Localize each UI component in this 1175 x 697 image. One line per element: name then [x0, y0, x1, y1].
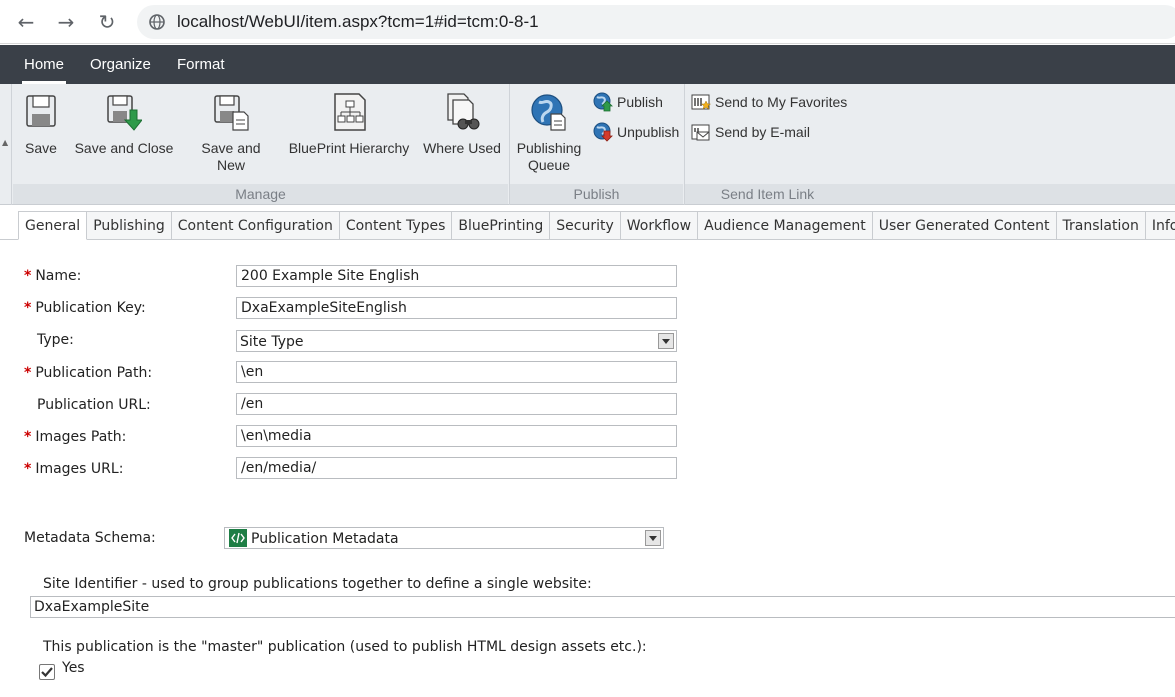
site-info-icon[interactable] — [149, 14, 165, 30]
publication-key-label-text: Publication Key: — [35, 300, 146, 316]
unpublish-icon — [593, 122, 613, 142]
save-and-new-button[interactable]: Save and New — [196, 92, 266, 174]
images-url-input[interactable]: /en/media/ — [236, 457, 677, 479]
metadata-schema-select[interactable]: Publication Metadata — [224, 527, 664, 549]
top-menu-bar: Home Organize Format — [0, 45, 1175, 84]
master-publication-label: This publication is the "master" publica… — [43, 639, 647, 655]
publish-icon — [593, 92, 613, 112]
save-new-icon — [214, 95, 249, 131]
publishing-queue-button[interactable]: Publishing Queue — [514, 92, 584, 174]
save-and-close-button[interactable]: Save and Close — [72, 92, 176, 157]
tab-security[interactable]: Security — [550, 211, 621, 240]
tab-general[interactable]: General — [18, 211, 88, 240]
publish-label: Publish — [617, 94, 663, 110]
publication-key-input[interactable]: DxaExampleSiteEnglish — [236, 297, 677, 319]
tab-info[interactable]: Info — [1145, 211, 1175, 240]
tab-content-configuration[interactable]: Content Configuration — [171, 211, 340, 240]
where-used-button[interactable]: Where Used — [420, 92, 504, 157]
publish-button[interactable]: Publish — [593, 92, 663, 112]
publication-url-input[interactable]: /en — [236, 393, 677, 415]
unpublish-label: Unpublish — [617, 124, 680, 140]
images-path-label-text: Images Path: — [35, 429, 127, 445]
master-yes-label: Yes — [62, 660, 85, 676]
tab-blueprinting[interactable]: BluePrinting — [452, 211, 551, 240]
checkmark-icon — [41, 667, 53, 678]
ribbon-toolbar: ▲ Save Save and Close Save and New BlueP… — [0, 84, 1175, 205]
images-url-label-text: Images URL: — [35, 461, 124, 477]
ribbon-group-spacer — [850, 184, 1175, 204]
url-text[interactable]: localhost/WebUI/item.aspx?tcm=1#id=tcm:0… — [177, 11, 539, 33]
save-and-new-label-line1: Save and — [201, 140, 261, 156]
send-to-favorites-label: Send to My Favorites — [715, 94, 848, 110]
publication-path-label-text: Publication Path: — [35, 365, 153, 381]
reload-button[interactable]: ↻ — [95, 10, 119, 34]
ribbon-group-send-label: Send Item Link — [685, 184, 850, 204]
publication-key-label: * Publication Key: — [24, 298, 146, 318]
required-marker: * — [24, 268, 32, 284]
name-input[interactable]: 200 Example Site English — [236, 265, 677, 287]
blueprint-hierarchy-button[interactable]: BluePrint Hierarchy — [288, 92, 410, 157]
publishing-queue-label-line2: Queue — [527, 157, 571, 173]
ribbon-group-publish-label: Publish — [510, 184, 683, 204]
collapse-arrow-icon: ▲ — [2, 138, 9, 147]
menu-home[interactable]: Home — [21, 45, 67, 84]
blueprint-hierarchy-label: BluePrint Hierarchy — [288, 140, 410, 156]
tab-user-generated-content[interactable]: User Generated Content — [872, 211, 1057, 240]
forward-button[interactable]: → — [54, 10, 78, 34]
publication-url-label: Publication URL: — [37, 397, 151, 413]
save-icon — [26, 95, 56, 127]
tab-audience-management[interactable]: Audience Management — [698, 211, 873, 240]
back-button[interactable]: ← — [14, 10, 38, 34]
tab-strip: General Publishing Content Configuration… — [18, 211, 1175, 240]
ribbon-group-manage-label: Manage — [13, 184, 508, 204]
ribbon-collapse-handle[interactable]: ▲ — [0, 84, 12, 205]
email-icon — [691, 124, 710, 141]
name-label: * Name: — [24, 266, 81, 286]
menu-format[interactable]: Format — [177, 45, 225, 84]
required-marker: * — [24, 461, 32, 477]
master-yes-checkbox[interactable] — [39, 664, 55, 680]
save-label: Save — [25, 140, 57, 156]
site-identifier-label: Site Identifier - used to group publicat… — [43, 576, 592, 592]
name-label-text: Name: — [35, 268, 82, 284]
type-select[interactable]: Site Type — [236, 330, 677, 352]
metadata-schema-value: Publication Metadata — [251, 531, 399, 547]
save-and-close-label: Save and Close — [74, 140, 174, 156]
menu-organize[interactable]: Organize — [90, 45, 151, 84]
where-used-icon — [447, 93, 480, 130]
address-bar[interactable]: localhost/WebUI/item.aspx?tcm=1#id=tcm:0… — [137, 5, 1175, 39]
send-to-favorites-button[interactable]: Send to My Favorites — [691, 92, 847, 112]
send-by-email-button[interactable]: Send by E-mail — [691, 122, 810, 142]
site-identifier-input[interactable]: DxaExampleSite — [30, 596, 1175, 618]
metadata-schema-label: Metadata Schema: — [24, 530, 156, 546]
unpublish-button[interactable]: Unpublish — [593, 122, 679, 142]
tab-content-types[interactable]: Content Types — [339, 211, 453, 240]
tab-translation[interactable]: Translation — [1056, 211, 1146, 240]
save-and-new-label-line2: New — [216, 157, 245, 173]
browser-toolbar: ← → ↻ localhost/WebUI/item.aspx?tcm=1#id… — [0, 0, 1175, 44]
tab-publishing[interactable]: Publishing — [87, 211, 172, 240]
send-by-email-label: Send by E-mail — [715, 124, 810, 140]
save-close-icon — [107, 95, 142, 131]
images-path-label: * Images Path: — [24, 427, 126, 447]
type-label: Type: — [37, 332, 74, 348]
publishing-queue-label-line1: Publishing — [516, 140, 582, 156]
tab-workflow[interactable]: Workflow — [620, 211, 699, 240]
required-marker: * — [24, 365, 32, 381]
chevron-down-icon[interactable] — [658, 333, 674, 349]
chevron-down-icon[interactable] — [645, 530, 661, 546]
publication-path-input[interactable]: \en — [236, 361, 677, 383]
where-used-label: Where Used — [423, 140, 501, 156]
blueprint-hierarchy-icon — [334, 93, 366, 131]
required-marker: * — [24, 300, 32, 316]
save-button[interactable]: Save — [18, 92, 64, 157]
required-marker: * — [24, 429, 32, 445]
favorites-icon — [691, 94, 711, 110]
globe-icon — [531, 94, 566, 131]
type-select-value: Site Type — [240, 334, 304, 350]
images-path-input[interactable]: \en\media — [236, 425, 677, 447]
publication-path-label: * Publication Path: — [24, 363, 152, 383]
images-url-label: * Images URL: — [24, 459, 123, 479]
schema-icon — [229, 529, 247, 547]
